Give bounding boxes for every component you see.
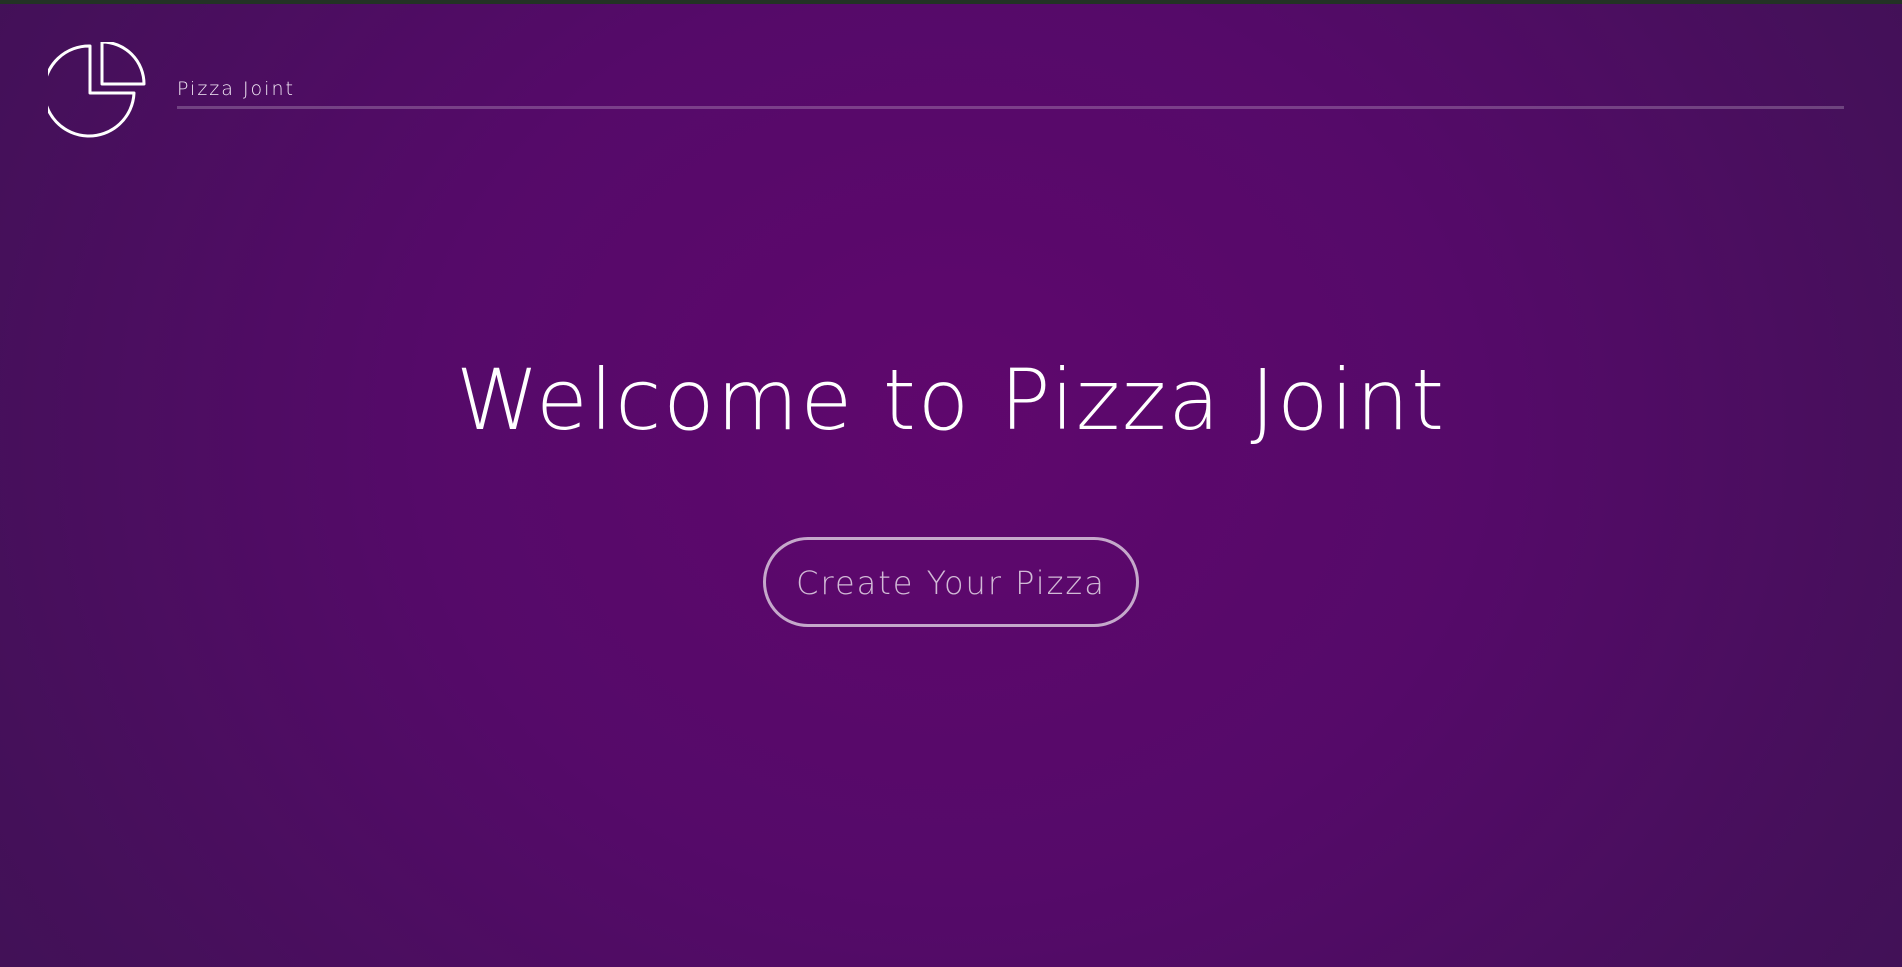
header-divider	[177, 106, 1844, 109]
hero-title: Welcome to Pizza Joint	[455, 351, 1447, 449]
brand-name[interactable]: Pizza Joint	[177, 78, 295, 100]
site-header: Pizza Joint	[0, 0, 1902, 140]
pie-chart-icon[interactable]	[48, 42, 146, 140]
create-pizza-button[interactable]: Create Your Pizza	[763, 537, 1139, 627]
